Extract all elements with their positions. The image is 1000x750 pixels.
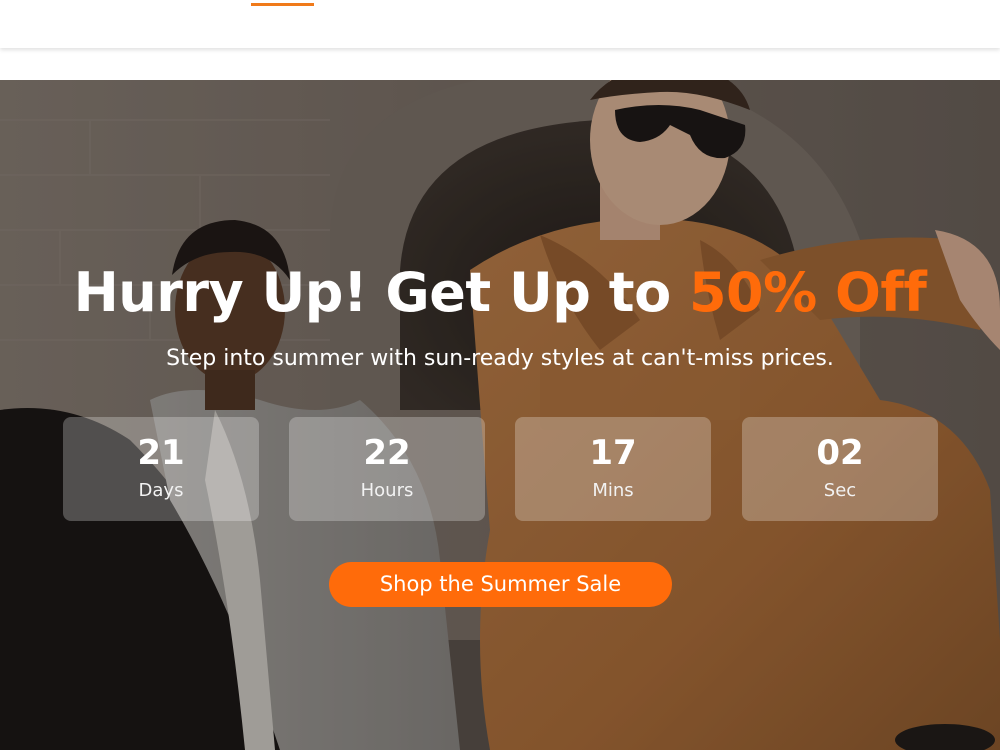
countdown-hours-box: 22 Hours [289,417,485,521]
countdown-mins-label: Mins [592,480,634,501]
sale-subheadline: Step into summer with sun-ready styles a… [166,346,834,371]
sale-headline: Hurry Up! Get Up to 50% Off [0,258,1000,328]
sale-hero-banner: Hurry Up! Get Up to 50% Off Step into su… [0,80,1000,750]
headline-discount-highlight: 50% Off [688,261,927,324]
countdown-mins-box: 17 Mins [515,417,711,521]
countdown-days-value: 21 [137,433,185,473]
active-nav-indicator [251,3,314,6]
countdown-days-label: Days [138,480,184,501]
countdown-days-box: 21 Days [63,417,259,521]
countdown-mins-value: 17 [589,433,637,473]
countdown-sec-box: 02 Sec [742,417,938,521]
headline-text: Hurry Up! Get Up to [73,261,689,324]
top-nav-bar [0,0,1000,48]
hero-content: Hurry Up! Get Up to 50% Off Step into su… [0,80,1000,750]
countdown-sec-label: Sec [823,480,857,501]
countdown-sec-value: 02 [816,433,864,473]
countdown-hours-label: Hours [360,480,414,501]
countdown-hours-value: 22 [363,433,411,473]
shop-summer-sale-button[interactable]: Shop the Summer Sale [329,562,672,607]
